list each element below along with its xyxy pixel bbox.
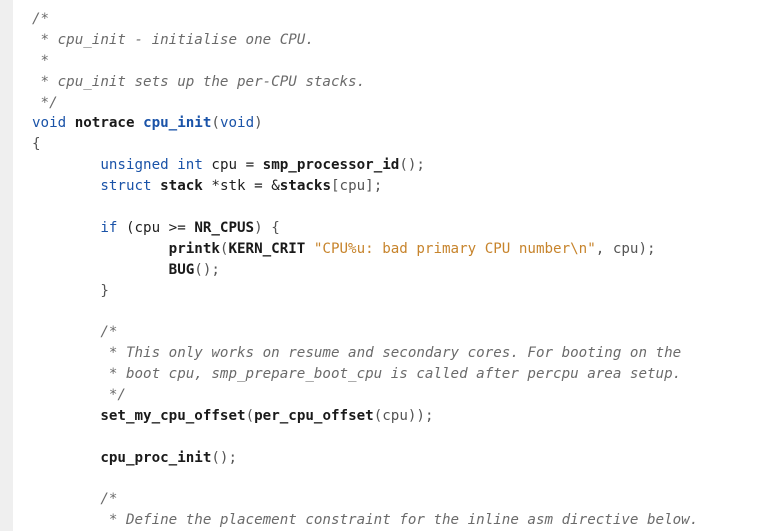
code-line: * — [32, 51, 698, 72]
code-comment: * This only works on resume and secondar… — [32, 345, 682, 362]
code-comment: * cpu_init sets up the per-CPU stacks. — [32, 73, 366, 90]
code-comment: */ — [32, 387, 126, 404]
code-line: if (cpu >= NR_CPUS) { — [32, 218, 698, 239]
code-identifier: per_cpu_offset — [254, 407, 374, 424]
code-text: [cpu]; — [330, 178, 383, 195]
code-line: */ — [32, 93, 698, 114]
code-comment: * Define the placement constraint for th… — [32, 512, 699, 529]
code-comment: * boot cpu, smp_prepare_boot_cpu is call… — [32, 366, 682, 383]
code-text: ) { — [254, 219, 280, 236]
code-keyword: void — [219, 115, 255, 132]
code-text: cpu = — [202, 157, 263, 174]
code-text: } — [32, 282, 109, 299]
code-text: (cpu >= — [117, 219, 195, 236]
code-keyword: void — [32, 115, 67, 132]
code-text: ( — [211, 115, 220, 132]
code-line: /* — [32, 322, 698, 343]
code-line: void notrace cpu_init(void) — [32, 113, 698, 134]
code-line: printk(KERN_CRIT "CPU%u: bad primary CPU… — [32, 239, 698, 260]
code-line: * This only works on resume and secondar… — [32, 343, 698, 364]
code-keyword: struct — [100, 178, 152, 195]
code-text: , cpu); — [595, 240, 656, 257]
code-identifier: stack — [160, 178, 203, 195]
code-comment: /* — [32, 491, 118, 508]
code-text: (); — [194, 261, 220, 278]
code-identifier: smp_processor_id — [262, 157, 400, 174]
code-comment: * — [32, 52, 50, 69]
code-text: ) — [254, 115, 263, 132]
code-line: { — [32, 134, 698, 155]
code-line: * boot cpu, smp_prepare_boot_cpu is call… — [32, 364, 698, 385]
code-text: ( — [245, 407, 255, 424]
code-line: set_my_cpu_offset(per_cpu_offset(cpu)); — [32, 406, 698, 427]
code-line: unsigned int cpu = smp_processor_id(); — [32, 155, 698, 176]
code-text: { — [32, 136, 41, 153]
code-comment: /* — [32, 11, 50, 27]
code-comment: /* — [32, 324, 118, 341]
code-identifier: stacks — [279, 178, 331, 195]
code-identifier: BUG — [168, 261, 195, 278]
code-identifier: set_my_cpu_offset — [100, 407, 246, 424]
code-identifier: KERN_CRIT — [228, 240, 306, 257]
code-line: */ — [32, 385, 698, 406]
code-line: } — [32, 281, 698, 302]
code-comment: * cpu_init - initialise one CPU. — [32, 31, 314, 48]
code-line: BUG(); — [32, 260, 698, 281]
code-line: * cpu_init - initialise one CPU. — [32, 30, 698, 51]
code-identifier: cpu_proc_init — [100, 449, 212, 466]
line-gutter — [0, 0, 13, 531]
code-keyword: if — [100, 219, 118, 236]
code-comment: */ — [32, 94, 58, 111]
code-viewer[interactable]: /* * cpu_init - initialise one CPU. * * … — [32, 9, 698, 531]
code-string: "CPU%u: bad primary CPU number\n" — [313, 240, 596, 257]
code-text: (); — [399, 157, 425, 174]
code-identifier: cpu_init — [143, 115, 212, 132]
code-identifier: notrace — [74, 115, 135, 132]
code-line: struct stack *stk = &stacks[cpu]; — [32, 176, 698, 197]
code-line: * Define the placement constraint for th… — [32, 510, 698, 531]
code-line: /* — [32, 9, 698, 30]
code-text: (); — [211, 449, 238, 466]
code-line: * cpu_init sets up the per-CPU stacks. — [32, 72, 698, 93]
code-text: *stk = & — [202, 178, 280, 195]
code-identifier: printk — [168, 240, 220, 257]
code-identifier: NR_CPUS — [194, 219, 255, 236]
code-keyword: unsigned — [100, 157, 169, 174]
code-keyword: int — [177, 157, 203, 174]
code-line: cpu_proc_init(); — [32, 448, 698, 469]
code-text: (cpu)); — [373, 407, 434, 424]
code-line: /* — [32, 489, 698, 510]
